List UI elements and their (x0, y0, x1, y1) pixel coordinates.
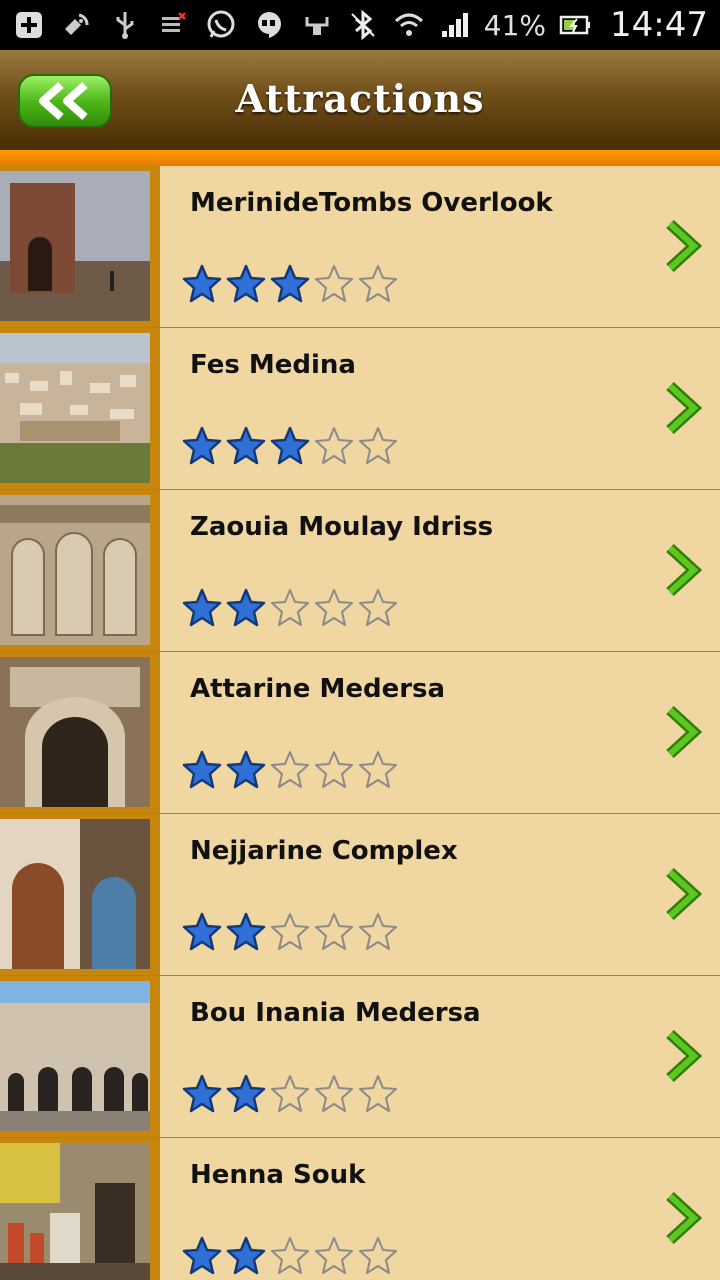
bluetooth-icon (346, 8, 380, 42)
attractions-list[interactable]: MerinideTombs Overlook Fes Medina Zaouia… (0, 166, 720, 1280)
chevron-right-icon[interactable] (662, 380, 702, 436)
star-empty-icon (270, 750, 310, 790)
list-item[interactable]: MerinideTombs Overlook (0, 166, 720, 328)
chevron-right-icon[interactable] (662, 542, 702, 598)
thumbnail-frame (0, 328, 160, 489)
star-empty-icon (314, 1236, 354, 1276)
star-empty-icon (270, 912, 310, 952)
chevron-right-icon[interactable] (662, 1190, 702, 1246)
usb-icon (108, 8, 142, 42)
star-empty-icon (314, 1074, 354, 1114)
battery-percent: 41% (483, 8, 547, 42)
list-item[interactable]: Bou Inania Medersa (0, 976, 720, 1138)
star-empty-icon (358, 750, 398, 790)
star-empty-icon (358, 264, 398, 304)
star-filled-icon (270, 426, 310, 466)
list-item[interactable]: Attarine Medersa (0, 652, 720, 814)
star-filled-icon (182, 912, 222, 952)
thumbnail-image (0, 819, 150, 969)
clock: 14:47 (610, 5, 708, 45)
attraction-name: MerinideTombs Overlook (190, 188, 553, 218)
star-empty-icon (358, 426, 398, 466)
accent-divider (0, 150, 720, 166)
star-filled-icon (226, 426, 266, 466)
list-item[interactable]: Fes Medina (0, 328, 720, 490)
star-rating (182, 1236, 398, 1276)
chevron-right-icon[interactable] (662, 704, 702, 760)
thumbnail-image (0, 657, 150, 807)
thumbnail-frame (0, 814, 160, 975)
signal-icon (438, 8, 472, 42)
star-empty-icon (314, 264, 354, 304)
star-empty-icon (314, 426, 354, 466)
star-rating (182, 426, 398, 466)
star-empty-icon (314, 912, 354, 952)
star-filled-icon (226, 588, 266, 628)
data-icon (156, 8, 190, 42)
star-empty-icon (358, 912, 398, 952)
thumbnail-image (0, 333, 150, 483)
star-empty-icon (314, 750, 354, 790)
thumbnail-frame (0, 976, 160, 1137)
thumbnail-frame (0, 166, 160, 327)
thumbnail-frame (0, 1138, 160, 1280)
attraction-name: Henna Souk (190, 1160, 366, 1190)
star-empty-icon (358, 1074, 398, 1114)
thumbnail-image (0, 495, 150, 645)
star-filled-icon (182, 1074, 222, 1114)
star-filled-icon (226, 264, 266, 304)
status-bar-left-icons (12, 8, 286, 42)
status-bar: 41% 14:47 (0, 0, 720, 50)
thumbnail-image (0, 981, 150, 1131)
status-bar-right-icons: 41% 14:47 (300, 5, 708, 45)
thumbnail-frame (0, 490, 160, 651)
thumbnail-image (0, 1143, 150, 1280)
star-rating (182, 588, 398, 628)
sync-icon (300, 8, 334, 42)
star-empty-icon (358, 588, 398, 628)
star-filled-icon (182, 750, 222, 790)
star-filled-icon (226, 912, 266, 952)
list-item[interactable]: Zaouia Moulay Idriss (0, 490, 720, 652)
star-filled-icon (182, 588, 222, 628)
attraction-name: Nejjarine Complex (190, 836, 458, 866)
star-rating (182, 264, 398, 304)
star-filled-icon (182, 264, 222, 304)
attraction-name: Fes Medina (190, 350, 356, 380)
star-filled-icon (226, 1236, 266, 1276)
star-rating (182, 912, 398, 952)
gps-icon (60, 8, 94, 42)
star-filled-icon (182, 426, 222, 466)
star-empty-icon (314, 588, 354, 628)
whatsapp-icon (204, 8, 238, 42)
chevron-right-icon[interactable] (662, 866, 702, 922)
chevron-right-icon[interactable] (662, 218, 702, 274)
star-filled-icon (182, 1236, 222, 1276)
star-empty-icon (270, 1236, 310, 1276)
star-empty-icon (270, 1074, 310, 1114)
battery-icon (558, 8, 592, 42)
thumbnail-frame (0, 652, 160, 813)
attraction-name: Bou Inania Medersa (190, 998, 481, 1028)
plus-icon (12, 8, 46, 42)
star-filled-icon (226, 750, 266, 790)
star-filled-icon (226, 1074, 266, 1114)
attraction-name: Attarine Medersa (190, 674, 446, 704)
star-filled-icon (270, 264, 310, 304)
wifi-icon (392, 8, 426, 42)
list-item[interactable]: Nejjarine Complex (0, 814, 720, 976)
page-title: Attractions (235, 76, 485, 121)
thumbnail-image (0, 171, 150, 321)
app-header: Attractions (0, 50, 720, 150)
chevron-right-icon[interactable] (662, 1028, 702, 1084)
star-empty-icon (270, 588, 310, 628)
hangouts-icon (252, 8, 286, 42)
attraction-name: Zaouia Moulay Idriss (190, 512, 494, 542)
star-rating (182, 1074, 398, 1114)
star-rating (182, 750, 398, 790)
star-empty-icon (358, 1236, 398, 1276)
list-item[interactable]: Henna Souk (0, 1138, 720, 1280)
